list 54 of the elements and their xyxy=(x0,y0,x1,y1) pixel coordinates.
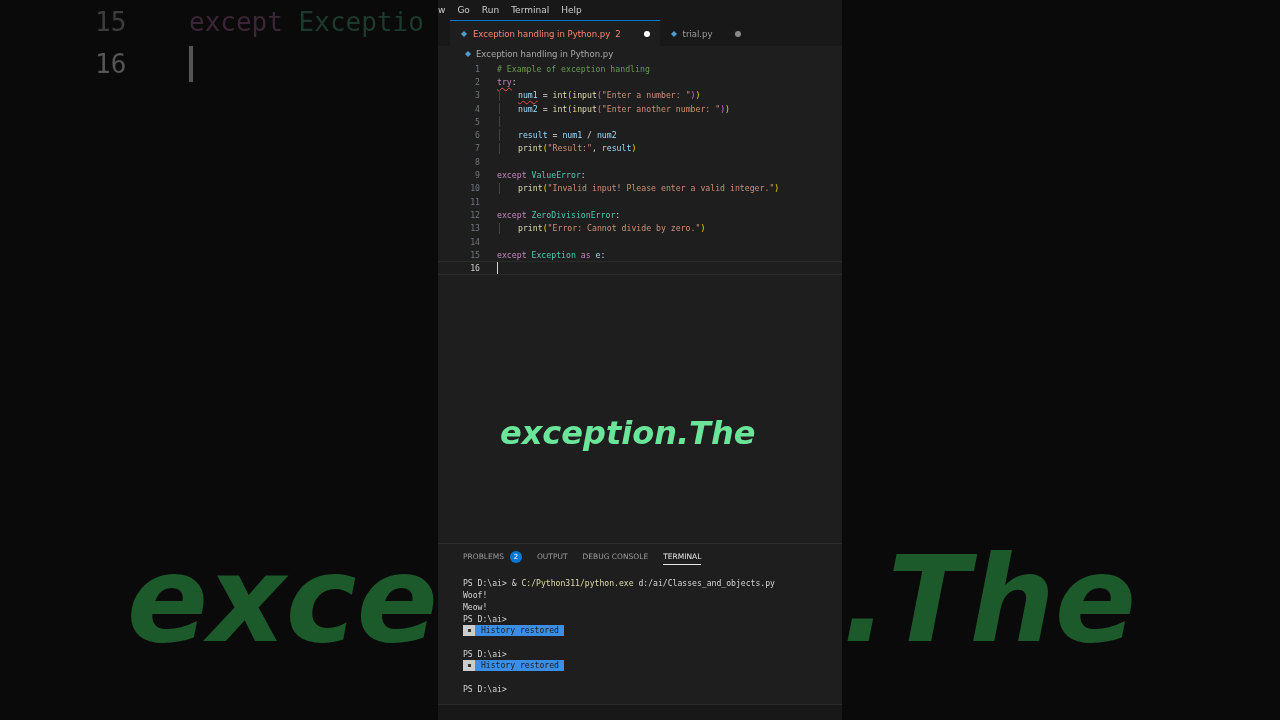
line-number: 2 xyxy=(474,76,480,87)
python-file-icon xyxy=(669,29,678,38)
marker-icon xyxy=(463,625,475,636)
menu-item[interactable]: Terminal xyxy=(511,5,550,15)
terminal-line: PS D:\ai> xyxy=(463,683,508,695)
line-number: 5 xyxy=(474,116,480,127)
line-number: 10 xyxy=(469,183,480,194)
line-number: 11 xyxy=(469,196,480,207)
line-number: 4 xyxy=(474,103,480,114)
caption-text: exce xyxy=(126,530,438,669)
code-line: # Example of exception handling xyxy=(497,63,650,74)
history-restored-label: History restored xyxy=(475,625,564,636)
menu-item[interactable]: w xyxy=(438,5,446,15)
line-number: 13 xyxy=(469,223,480,234)
code-line: print("Error: Cannot divide by zero.") xyxy=(518,223,706,234)
line-number: 12 xyxy=(469,209,480,220)
code-line: print("Invalid input! Please enter a valid integer.") xyxy=(518,183,780,194)
line-number: 14 xyxy=(469,236,480,247)
editor-tab[interactable]: Exception handling in Python.py 2 xyxy=(450,20,660,46)
breadcrumb[interactable]: Exception handling in Python.py xyxy=(476,49,614,59)
code-line: num2 = int(input("Enter another number: ")) xyxy=(518,103,731,114)
terminal-line: Meow! xyxy=(463,601,489,613)
python-file-icon xyxy=(464,50,472,58)
caption-text: exception.The xyxy=(500,414,756,452)
line-number: 8 xyxy=(474,156,480,167)
line-number: 16 xyxy=(95,49,128,79)
caption-text: .The xyxy=(842,530,1137,669)
tab-label: trial.py xyxy=(682,28,713,39)
history-restored-label: History restored xyxy=(475,660,564,671)
line-number: 7 xyxy=(474,143,480,154)
line-number: 16 xyxy=(469,263,480,274)
line-number: 1 xyxy=(474,63,480,74)
terminal-line: PS D:\ai> & C:/Python311/python.exe d:/ai/Classes_and_objects.py xyxy=(463,577,776,589)
code-line: num1 = int(input("Enter a number: ")) xyxy=(518,90,701,101)
menu-item[interactable]: Go xyxy=(457,5,470,15)
menu-item[interactable]: Run xyxy=(481,5,500,15)
terminal-line: PS D:\ai> xyxy=(463,648,508,660)
line-number: 15 xyxy=(469,249,480,260)
line-number: 9 xyxy=(474,170,480,180)
problem-count: 2 xyxy=(615,28,621,39)
terminal-line: Woof! xyxy=(463,589,489,601)
terminal-line: PS D:\ai> xyxy=(463,613,508,625)
marker-icon xyxy=(463,660,475,671)
line-number: 6 xyxy=(474,130,480,141)
python-file-icon xyxy=(460,29,468,38)
menu-item[interactable]: Help xyxy=(561,5,582,15)
code-line: result = num1 / num2 xyxy=(518,130,617,141)
line-number: 3 xyxy=(474,90,480,101)
code-line: print("Result:", result) xyxy=(518,143,637,154)
code-line: except ZeroDivisionError: xyxy=(497,209,621,220)
code-line: except Exception as e: xyxy=(497,249,606,260)
code-line: except ValueError: xyxy=(497,170,586,180)
code-line: try: xyxy=(497,76,517,87)
tab-label: Exception handling in Python.py xyxy=(473,28,611,39)
